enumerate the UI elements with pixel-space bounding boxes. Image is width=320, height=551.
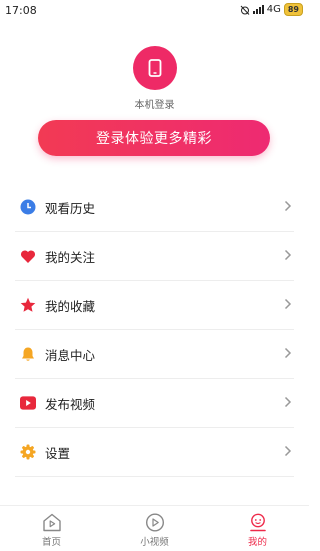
phone-login-button[interactable] <box>132 46 177 90</box>
heart-icon <box>20 248 36 264</box>
status-indicators: 4G 89 <box>240 3 303 16</box>
gear-icon <box>20 444 36 460</box>
tab-home[interactable]: 首页 <box>0 506 103 551</box>
menu-label: 消息中心 <box>45 347 96 363</box>
menu-label: 我的收藏 <box>45 298 96 314</box>
tab-label: 小视频 <box>140 537 169 548</box>
menu-label: 我的关注 <box>45 249 96 265</box>
status-bar: 17:08 4G 89 <box>0 0 309 22</box>
login-cta-button[interactable]: 登录体验更多精彩 <box>38 120 270 156</box>
video-play-icon <box>20 395 36 411</box>
signal-icon <box>252 5 264 14</box>
chevron-right-icon <box>284 445 292 457</box>
bell-icon <box>20 346 36 362</box>
tab-short-video[interactable]: 小视频 <box>103 506 206 551</box>
battery-level: 89 <box>283 3 303 16</box>
login-area: 本机登录 <box>0 46 309 111</box>
clock-icon <box>20 199 36 215</box>
menu-item-settings[interactable]: 设置 <box>15 428 294 477</box>
chevron-right-icon <box>284 200 292 212</box>
tab-label: 首页 <box>41 537 61 548</box>
menu-item-history[interactable]: 观看历史 <box>15 183 294 232</box>
profile-icon <box>249 513 266 532</box>
menu-label: 观看历史 <box>45 200 96 216</box>
alarm-off-icon <box>240 5 250 15</box>
chevron-right-icon <box>284 249 292 261</box>
status-time: 17:08 <box>5 4 37 17</box>
phone-login-label: 本机登录 <box>134 100 175 111</box>
menu-item-following[interactable]: 我的关注 <box>15 232 294 281</box>
menu-item-publish-video[interactable]: 发布视频 <box>15 379 294 428</box>
bottom-tab-bar: 首页 小视频 我的 <box>0 505 309 551</box>
home-icon <box>42 513 61 532</box>
menu-item-favorites[interactable]: 我的收藏 <box>15 281 294 330</box>
menu-label: 设置 <box>45 445 71 461</box>
tab-mine[interactable]: 我的 <box>206 506 309 551</box>
chevron-right-icon <box>284 298 292 310</box>
network-type: 4G <box>266 4 281 15</box>
star-icon <box>20 297 36 313</box>
menu-list: 观看历史 我的关注 我的收藏 消息中心 发布视频 设置 <box>15 183 294 477</box>
phone-icon <box>148 59 161 77</box>
menu-label: 发布视频 <box>45 396 96 412</box>
menu-item-messages[interactable]: 消息中心 <box>15 330 294 379</box>
chevron-right-icon <box>284 396 292 408</box>
chevron-right-icon <box>284 347 292 359</box>
play-circle-icon <box>145 513 164 532</box>
tab-label: 我的 <box>247 537 267 548</box>
